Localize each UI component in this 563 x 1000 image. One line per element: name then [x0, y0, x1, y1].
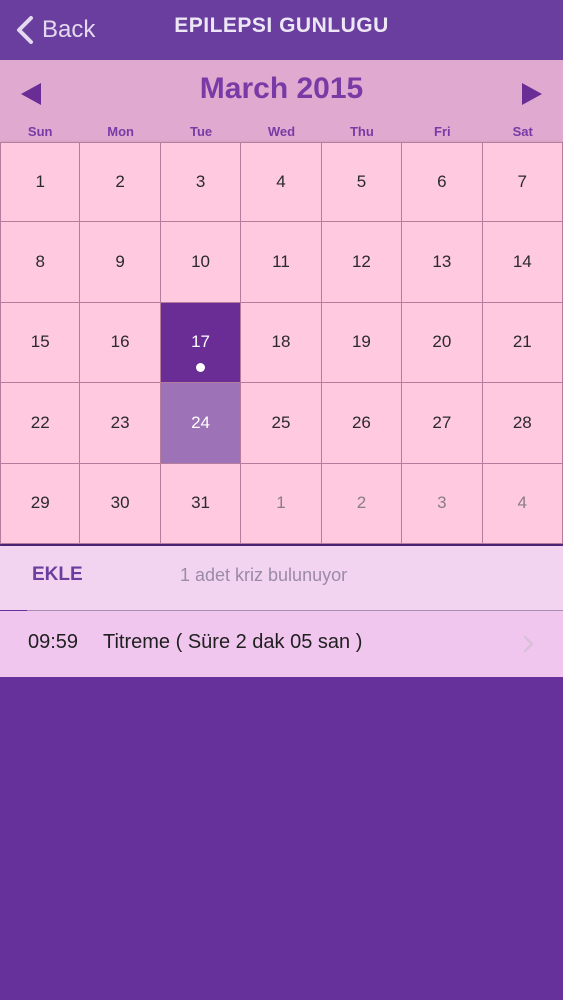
- calendar-day[interactable]: 3: [160, 142, 242, 223]
- day-number: 17: [191, 332, 211, 352]
- calendar-day[interactable]: 9: [80, 222, 161, 303]
- crisis-summary-row: EKLE 1 adet kriz bulunuyor: [0, 546, 563, 610]
- day-number: 16: [110, 332, 130, 352]
- calendar-header: March 2015 Sun Mon Tue Wed Thu Fri Sat: [0, 60, 563, 142]
- calendar-day[interactable]: 19: [321, 302, 403, 384]
- calendar-day[interactable]: 15: [0, 302, 81, 384]
- calendar-day[interactable]: 14: [482, 222, 563, 303]
- day-number: 3: [195, 172, 206, 192]
- day-number: 2: [115, 172, 125, 192]
- calendar-day[interactable]: 5: [321, 142, 403, 223]
- weekday-label: Thu: [349, 124, 374, 139]
- day-number: 28: [512, 412, 532, 432]
- crisis-count-text: 1 adet kriz bulunuyor: [180, 565, 348, 585]
- calendar-day[interactable]: 2: [80, 142, 161, 223]
- day-number: 30: [110, 493, 130, 513]
- day-number: 9: [115, 252, 125, 272]
- calendar-day[interactable]: 26: [321, 383, 403, 464]
- day-number: 1: [35, 172, 45, 192]
- day-number: 5: [356, 172, 367, 192]
- calendar-day[interactable]: 8: [0, 222, 81, 303]
- calendar-day[interactable]: 10: [160, 222, 242, 303]
- weekday-label: Tue: [189, 124, 213, 139]
- day-number: 1: [276, 493, 286, 513]
- day-number: 4: [517, 493, 528, 513]
- calendar-day[interactable]: 27: [402, 383, 483, 464]
- day-number: 12: [351, 252, 371, 272]
- add-button[interactable]: EKLE: [32, 564, 83, 586]
- day-number: 10: [191, 252, 211, 272]
- day-number: 20: [432, 332, 452, 352]
- day-number: 11: [272, 252, 290, 272]
- calendar-grid: 1 2 3 4 5 6 7 8 9 10 11 12 13 14 15 16 17 18 19 20 21 22 23 24 2…: [0, 142, 563, 544]
- calendar-day[interactable]: 18: [241, 302, 322, 384]
- calendar-day[interactable]: 13: [402, 222, 483, 303]
- calendar-day[interactable]: 21: [482, 302, 563, 384]
- weekday-label: Wed: [267, 124, 296, 139]
- weekday-row: Sun Mon Tue Wed Thu Fri Sat: [0, 124, 563, 142]
- entry-time: 09:59: [28, 631, 79, 653]
- calendar-day[interactable]: 11: [241, 222, 322, 303]
- calendar-day[interactable]: 17: [160, 302, 242, 384]
- calendar-day[interactable]: 29: [0, 463, 81, 544]
- day-number: 8: [35, 252, 45, 272]
- calendar-day[interactable]: 31: [160, 463, 242, 544]
- day-number: 22: [30, 412, 50, 432]
- day-number: 15: [30, 332, 50, 352]
- day-number: 25: [271, 412, 291, 432]
- calendar-day[interactable]: 23: [80, 383, 161, 464]
- calendar-day[interactable]: 7: [482, 142, 563, 223]
- calendar-day[interactable]: 3: [402, 463, 483, 544]
- day-number: 24: [191, 412, 211, 432]
- previous-month-button[interactable]: [20, 82, 42, 106]
- month-title: March 2015: [199, 72, 364, 105]
- weekday-label: Fri: [434, 124, 451, 139]
- day-number: 31: [191, 493, 211, 513]
- calendar-day[interactable]: 16: [80, 302, 161, 384]
- calendar-day[interactable]: 4: [241, 142, 322, 223]
- calendar-day[interactable]: 20: [402, 302, 483, 384]
- day-number: 29: [30, 493, 50, 513]
- calendar-day[interactable]: 2: [321, 463, 403, 544]
- day-number: 23: [110, 412, 130, 432]
- weekday-label: Sat: [512, 124, 533, 139]
- calendar-day[interactable]: 30: [80, 463, 161, 544]
- day-number: 4: [276, 172, 286, 192]
- event-dot-icon: [196, 362, 206, 372]
- page-title: EPILEPSI GUNLUGU: [174, 14, 389, 37]
- list-item[interactable]: 09:59 Titreme ( Süre 2 dak 05 san ): [0, 611, 563, 677]
- calendar-day[interactable]: 22: [0, 383, 81, 464]
- navigation-bar: Back EPILEPSI GUNLUGU: [0, 0, 563, 60]
- triangle-right-icon: [522, 83, 542, 105]
- day-number: 14: [512, 252, 532, 272]
- day-number: 13: [432, 252, 452, 272]
- calendar-day[interactable]: 6: [402, 142, 483, 223]
- calendar-day[interactable]: 12: [321, 222, 403, 303]
- day-number: 19: [351, 332, 371, 352]
- day-number: 27: [432, 412, 452, 432]
- day-number: 26: [351, 412, 371, 432]
- calendar-day[interactable]: 25: [241, 383, 322, 464]
- day-number: 21: [512, 332, 532, 352]
- day-number: 18: [271, 332, 291, 352]
- triangle-left-icon: [21, 83, 41, 105]
- next-month-button[interactable]: [521, 82, 543, 106]
- weekday-label: Mon: [107, 124, 134, 139]
- day-number: 2: [356, 493, 367, 513]
- calendar-day[interactable]: 1: [0, 142, 81, 223]
- calendar-day[interactable]: 1: [241, 463, 322, 544]
- entry-description: Titreme ( Süre 2 dak 05 san ): [103, 631, 363, 653]
- day-number: 6: [437, 172, 447, 192]
- day-number: 7: [517, 172, 528, 192]
- chevron-right-icon: [523, 635, 534, 653]
- calendar-day[interactable]: 4: [482, 463, 563, 544]
- day-number: 3: [437, 493, 447, 513]
- calendar-day[interactable]: 28: [482, 383, 563, 464]
- calendar-day[interactable]: 24: [160, 383, 242, 464]
- weekday-label: Sun: [27, 124, 53, 139]
